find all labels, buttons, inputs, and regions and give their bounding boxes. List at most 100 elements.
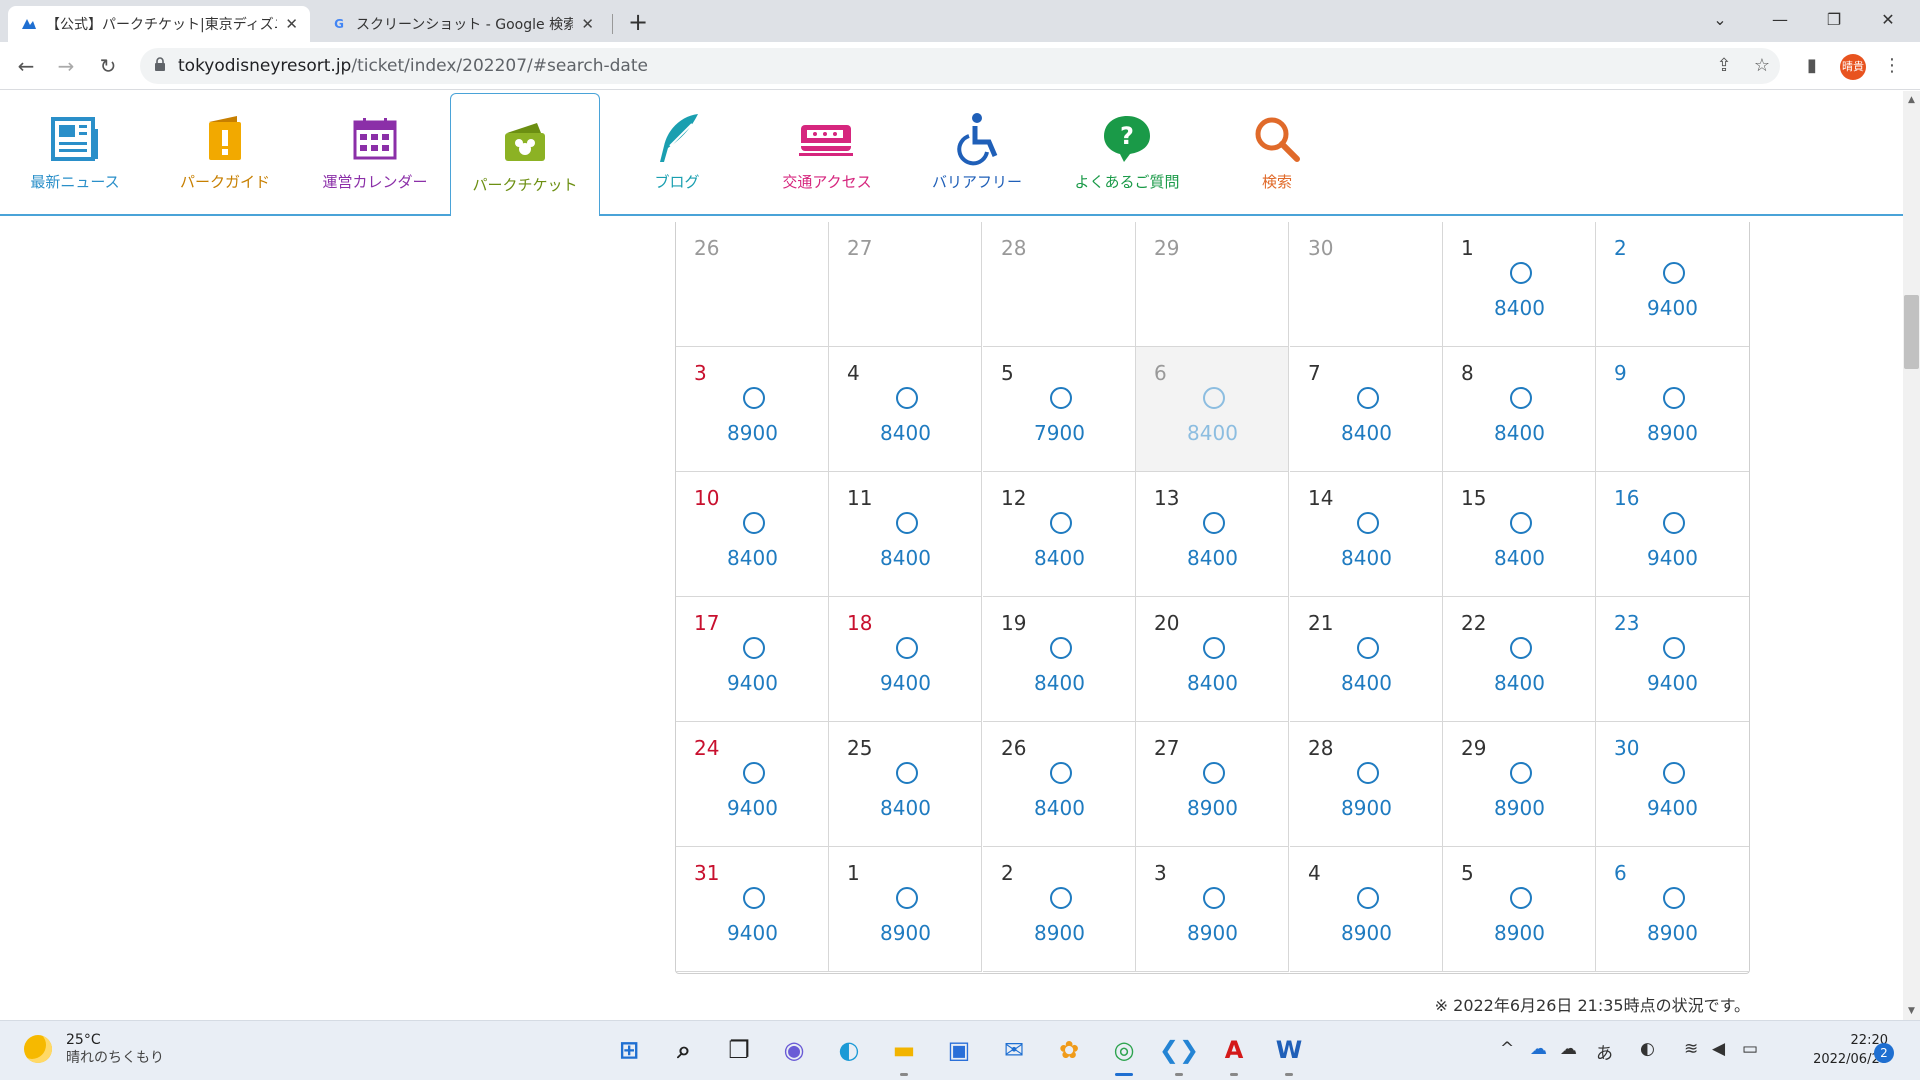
- photos-icon[interactable]: ✿: [1052, 1033, 1086, 1067]
- calendar-day-cell[interactable]: 1 8400: [1443, 222, 1596, 347]
- ime-indicator[interactable]: あ: [1596, 1039, 1613, 1064]
- start-icon[interactable]: ⊞: [612, 1033, 646, 1067]
- nav-news[interactable]: 最新ニュース: [0, 91, 150, 214]
- calendar-day-cell[interactable]: 26 8400: [983, 722, 1136, 847]
- restore-button[interactable]: ❐: [1814, 6, 1854, 36]
- calendar-day-cell[interactable]: 10 8400: [676, 472, 829, 597]
- availability-circle-icon: [1510, 262, 1532, 284]
- word-icon[interactable]: W: [1272, 1033, 1306, 1067]
- calendar-day-cell[interactable]: 3 8900: [1136, 847, 1289, 972]
- calendar-day-cell[interactable]: 22 8400: [1443, 597, 1596, 722]
- calendar-day-cell[interactable]: 5 8900: [1443, 847, 1596, 972]
- clock[interactable]: 22:20 2022/06/26: [1788, 1031, 1888, 1069]
- calendar-day-cell[interactable]: 29 8900: [1443, 722, 1596, 847]
- acrobat-icon[interactable]: A: [1217, 1033, 1251, 1067]
- tab-search-icon[interactable]: ⌄: [1700, 6, 1740, 36]
- calendar-day-cell[interactable]: 1 8900: [829, 847, 982, 972]
- scroll-down-icon[interactable]: ▼: [1903, 1003, 1920, 1019]
- new-tab-button[interactable]: +: [624, 9, 652, 37]
- calendar-day-cell[interactable]: 23 9400: [1596, 597, 1749, 722]
- close-tab-icon[interactable]: ✕: [581, 15, 594, 33]
- chrome-icon[interactable]: ◎: [1107, 1033, 1141, 1067]
- nav-park-ticket[interactable]: パークチケット: [450, 93, 600, 216]
- volume-icon[interactable]: ◀: [1712, 1039, 1725, 1059]
- calendar-day-cell[interactable]: 18 9400: [829, 597, 982, 722]
- availability-circle-icon: [1050, 512, 1072, 534]
- calendar-day-cell[interactable]: 30 9400: [1596, 722, 1749, 847]
- nav-blog[interactable]: ブログ: [602, 91, 752, 214]
- calendar-day-cell[interactable]: 31 9400: [676, 847, 829, 972]
- edge-icon[interactable]: ◐: [832, 1033, 866, 1067]
- mail-icon[interactable]: ✉: [997, 1033, 1031, 1067]
- calendar-day-cell[interactable]: 24 9400: [676, 722, 829, 847]
- menu-kebab-icon[interactable]: ⋮: [1880, 54, 1904, 78]
- calendar-day-cell[interactable]: 11 8400: [829, 472, 982, 597]
- nav-calendar[interactable]: 運営カレンダー: [300, 91, 450, 214]
- nav-search[interactable]: 検索: [1202, 91, 1352, 214]
- weather-temp: 25°C: [66, 1032, 101, 1048]
- side-panel-icon[interactable]: ▮: [1800, 54, 1824, 78]
- calendar-day-cell[interactable]: 5 7900: [983, 347, 1136, 472]
- profile-avatar[interactable]: 晴貴: [1840, 54, 1866, 80]
- calendar-day-cell[interactable]: 4 8400: [829, 347, 982, 472]
- nav-faq[interactable]: ? よくあるご質問: [1052, 91, 1202, 214]
- calendar-day-cell[interactable]: 12 8400: [983, 472, 1136, 597]
- notification-badge[interactable]: 2: [1874, 1043, 1894, 1063]
- forward-icon[interactable]: →: [50, 50, 82, 82]
- close-tab-icon[interactable]: ✕: [285, 15, 298, 33]
- calendar-day-cell[interactable]: 6 8900: [1596, 847, 1749, 972]
- cloud-icon[interactable]: ☁: [1560, 1039, 1577, 1059]
- chat-icon[interactable]: ◉: [777, 1033, 811, 1067]
- vscode-icon[interactable]: ❮❯: [1159, 1033, 1199, 1067]
- task-view-icon[interactable]: ❐: [722, 1033, 756, 1067]
- availability-circle-icon: [1050, 887, 1072, 909]
- day-number: 6: [1154, 361, 1167, 385]
- calendar-day-cell[interactable]: 13 8400: [1136, 472, 1289, 597]
- tab-disney[interactable]: 【公式】パークチケット|東京ディズニーリ ✕: [8, 6, 310, 42]
- weather-widget[interactable]: 25°C 晴れのちくもり: [24, 1031, 164, 1067]
- calendar-day-cell[interactable]: 19 8400: [983, 597, 1136, 722]
- calendar-day-cell[interactable]: 4 8900: [1290, 847, 1443, 972]
- back-icon[interactable]: ←: [10, 50, 42, 82]
- share-icon[interactable]: ⇪: [1712, 54, 1736, 78]
- nav-news-label: 最新ニュース: [30, 173, 120, 191]
- browser-toolbar: ← → ↻ tokyodisneyresort.jp/ticket/index/…: [0, 42, 1920, 90]
- bookmark-star-icon[interactable]: ☆: [1750, 54, 1774, 78]
- tab-google[interactable]: G スクリーンショット - Google 検索 ✕: [318, 6, 606, 42]
- chevron-up-icon[interactable]: ^: [1500, 1039, 1514, 1059]
- calendar-day-cell[interactable]: 25 8400: [829, 722, 982, 847]
- minimize-button[interactable]: —: [1760, 6, 1800, 36]
- calendar-day-cell[interactable]: 16 9400: [1596, 472, 1749, 597]
- calendar-day-cell[interactable]: 28 8900: [1290, 722, 1443, 847]
- calendar-day-cell[interactable]: 6 8400: [1136, 347, 1289, 472]
- ime-mode-icon[interactable]: ◐: [1640, 1039, 1655, 1059]
- nav-access[interactable]: 交通アクセス: [752, 91, 902, 214]
- file-explorer-icon[interactable]: ▬: [887, 1033, 921, 1067]
- scroll-thumb[interactable]: [1904, 295, 1919, 369]
- calendar-day-cell[interactable]: 20 8400: [1136, 597, 1289, 722]
- nav-barrier-free[interactable]: バリアフリー: [902, 91, 1052, 214]
- calendar-day-cell[interactable]: 17 9400: [676, 597, 829, 722]
- page-scrollbar[interactable]: [1903, 91, 1920, 1020]
- wifi-icon[interactable]: ≋: [1684, 1039, 1698, 1059]
- search-icon[interactable]: ⌕: [667, 1033, 701, 1067]
- nav-park-guide[interactable]: パークガイド: [150, 91, 300, 214]
- address-bar[interactable]: tokyodisneyresort.jp/ticket/index/202207…: [140, 48, 1780, 84]
- calendar-day-cell[interactable]: 9 8900: [1596, 347, 1749, 472]
- calendar-day-cell[interactable]: 14 8400: [1290, 472, 1443, 597]
- reload-icon[interactable]: ↻: [92, 50, 124, 82]
- ticket-price: 8900: [1494, 796, 1545, 820]
- calendar-day-cell[interactable]: 27 8900: [1136, 722, 1289, 847]
- calendar-day-cell[interactable]: 15 8400: [1443, 472, 1596, 597]
- calendar-day-cell[interactable]: 3 8900: [676, 347, 829, 472]
- store-icon[interactable]: ▣: [942, 1033, 976, 1067]
- close-window-button[interactable]: ✕: [1868, 6, 1908, 36]
- scroll-up-icon[interactable]: ▲: [1903, 92, 1920, 108]
- calendar-day-cell[interactable]: 8 8400: [1443, 347, 1596, 472]
- calendar-day-cell[interactable]: 2 8900: [983, 847, 1136, 972]
- calendar-day-cell[interactable]: 21 8400: [1290, 597, 1443, 722]
- battery-icon[interactable]: ▭: [1742, 1039, 1758, 1059]
- calendar-day-cell[interactable]: 2 9400: [1596, 222, 1749, 347]
- calendar-day-cell[interactable]: 7 8400: [1290, 347, 1443, 472]
- onedrive-icon[interactable]: ☁: [1530, 1039, 1547, 1059]
